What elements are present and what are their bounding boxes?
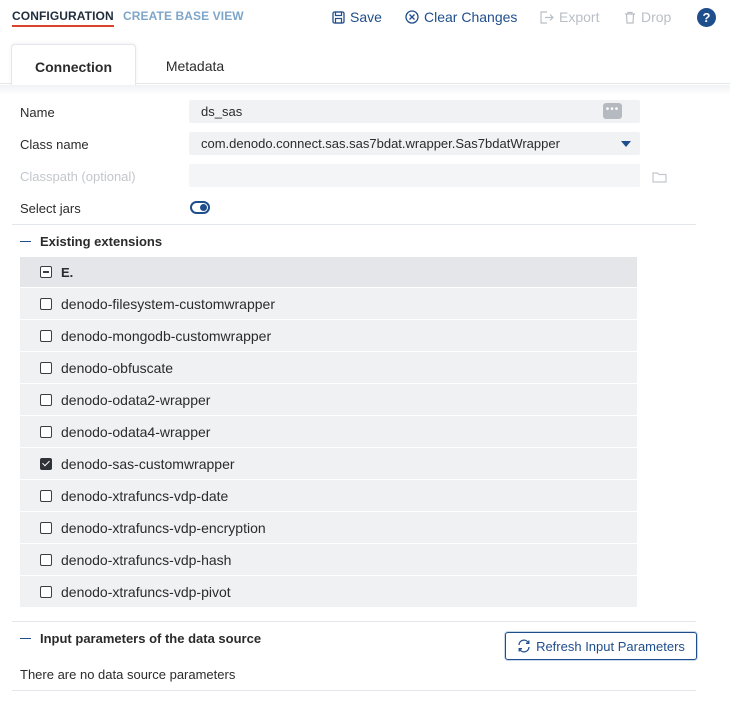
refresh-label: Refresh Input Parameters <box>536 638 685 654</box>
checkbox[interactable] <box>40 329 52 342</box>
extension-label: denodo-odata4-wrapper <box>61 423 211 440</box>
checkbox[interactable] <box>40 489 52 502</box>
classpath-label: Classpath (optional) <box>20 169 136 184</box>
refresh-input-parameters-button[interactable]: Refresh Input Parameters <box>505 632 697 660</box>
select-jars-toggle[interactable] <box>190 201 210 214</box>
extension-label: denodo-filesystem-customwrapper <box>61 295 275 312</box>
checkbox[interactable] <box>40 553 52 566</box>
connection-panel: Name ds_sas ••• Class name com.denodo.co… <box>0 85 730 712</box>
tab-create-base-view[interactable]: CREATE BASE VIEW <box>123 9 244 23</box>
tab-connection[interactable]: Connection <box>11 44 136 85</box>
toolbar: CONFIGURATION CREATE BASE VIEW Save Clea… <box>0 0 730 34</box>
checkbox[interactable] <box>40 393 52 406</box>
export-label: Export <box>559 9 600 25</box>
checkbox[interactable] <box>40 521 52 534</box>
extension-label: denodo-odata2-wrapper <box>61 391 211 408</box>
subtab-bar: Connection Metadata <box>0 44 730 85</box>
list-item[interactable]: denodo-mongodb-customwrapper <box>20 320 637 352</box>
save-icon <box>332 10 345 24</box>
list-item[interactable]: denodo-filesystem-customwrapper <box>20 288 637 320</box>
input-parameters-title: Input parameters of the data source <box>40 631 262 646</box>
list-item[interactable]: denodo-obfuscate <box>20 352 637 384</box>
extensions-list: E. denodo-filesystem-customwrapper denod… <box>20 257 637 608</box>
input-parameters-header[interactable]: Input parameters of the data source <box>20 631 261 646</box>
checkbox[interactable] <box>40 425 52 438</box>
list-item[interactable]: denodo-xtrafuncs-vdp-date <box>20 480 637 512</box>
extensions-group-row[interactable]: E. <box>20 257 637 288</box>
extension-label: denodo-mongodb-customwrapper <box>61 327 272 344</box>
group-checkbox[interactable] <box>40 266 52 278</box>
clear-changes-label: Clear Changes <box>424 9 518 25</box>
class-name-value: com.denodo.connect.sas.sas7bdat.wrapper.… <box>201 136 560 151</box>
tab-metadata[interactable]: Metadata <box>150 44 240 84</box>
name-label: Name <box>20 105 55 120</box>
divider <box>12 621 696 622</box>
divider <box>12 224 696 225</box>
save-label: Save <box>350 9 382 25</box>
extension-label: denodo-xtrafuncs-vdp-encryption <box>61 519 266 536</box>
list-item[interactable]: denodo-xtrafuncs-vdp-hash <box>20 544 637 576</box>
existing-extensions-header[interactable]: Existing extensions <box>20 234 162 249</box>
checkbox-checked[interactable] <box>40 457 52 470</box>
drop-button[interactable]: Drop <box>624 9 671 25</box>
extension-label: denodo-xtrafuncs-vdp-hash <box>61 551 232 568</box>
name-value: ds_sas <box>201 104 243 119</box>
list-item[interactable]: denodo-xtrafuncs-vdp-encryption <box>20 512 637 544</box>
list-item[interactable]: denodo-odata4-wrapper <box>20 416 637 448</box>
chevron-down-icon <box>621 141 631 147</box>
list-item[interactable]: denodo-sas-customwrapper <box>20 448 637 480</box>
export-button[interactable]: Export <box>539 9 599 25</box>
extension-label: denodo-xtrafuncs-vdp-pivot <box>61 583 231 600</box>
more-icon[interactable]: ••• <box>603 103 622 119</box>
folder-icon[interactable] <box>652 171 667 183</box>
group-label: E. <box>61 264 74 280</box>
drop-label: Drop <box>641 9 672 25</box>
save-button[interactable]: Save <box>332 9 382 25</box>
divider <box>12 690 696 691</box>
export-icon <box>540 10 554 24</box>
tab-configuration[interactable]: CONFIGURATION <box>12 9 114 27</box>
collapse-icon[interactable] <box>20 637 31 640</box>
help-icon[interactable]: ? <box>697 8 716 27</box>
no-parameters-text: There are no data source parameters <box>20 667 236 682</box>
trash-icon <box>625 11 635 24</box>
refresh-icon <box>518 639 530 653</box>
select-jars-label: Select jars <box>20 201 81 216</box>
checkbox[interactable] <box>40 585 52 598</box>
extension-label: denodo-xtrafuncs-vdp-date <box>61 487 229 504</box>
clear-changes-button[interactable]: Clear Changes <box>405 9 517 25</box>
collapse-icon[interactable] <box>20 240 31 243</box>
toggle-knob <box>200 204 207 211</box>
list-item[interactable]: denodo-xtrafuncs-vdp-pivot <box>20 576 637 608</box>
extension-label: denodo-obfuscate <box>61 359 174 376</box>
name-field[interactable]: ds_sas ••• <box>189 100 640 123</box>
checkbox[interactable] <box>40 361 52 374</box>
checkbox[interactable] <box>40 297 52 310</box>
classpath-field[interactable] <box>189 164 640 187</box>
existing-extensions-title: Existing extensions <box>40 234 163 249</box>
class-name-label: Class name <box>20 137 89 152</box>
class-name-select[interactable]: com.denodo.connect.sas.sas7bdat.wrapper.… <box>189 132 640 155</box>
list-item[interactable]: denodo-odata2-wrapper <box>20 384 637 416</box>
extension-label: denodo-sas-customwrapper <box>61 455 235 472</box>
clear-icon <box>405 10 419 24</box>
